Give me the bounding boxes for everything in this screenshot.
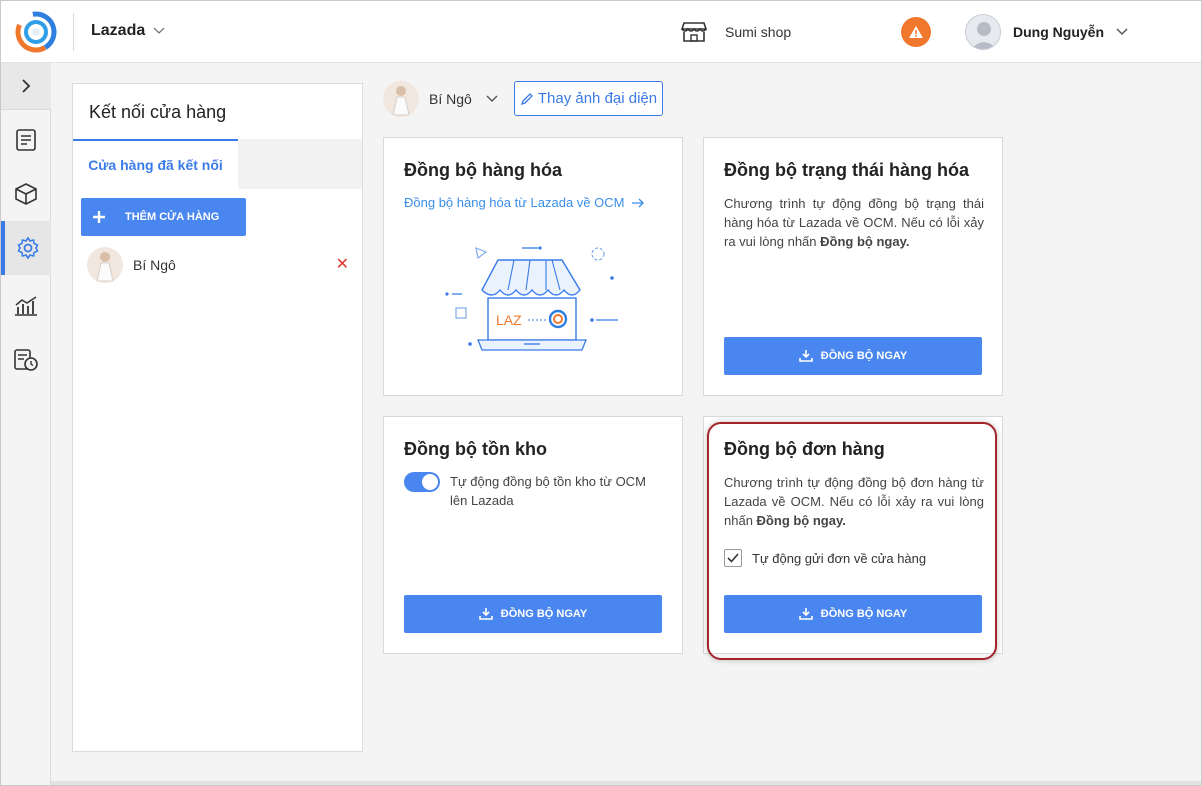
account-avatar (383, 81, 419, 117)
platform-label: Lazada (91, 22, 146, 39)
pencil-icon (520, 92, 533, 105)
left-nav (1, 63, 51, 785)
change-avatar-label: Thay ảnh đại diện (537, 90, 658, 107)
user-avatar (965, 14, 1001, 50)
nav-expand-button[interactable] (1, 63, 51, 110)
bottom-scrollbar (51, 781, 1201, 785)
chevron-down-icon (153, 27, 165, 34)
store-connection-panel: Kết nối cửa hàng Cửa hàng đã kết nối THÊ… (72, 83, 363, 752)
store-avatar (87, 247, 123, 283)
app-logo-icon[interactable] (15, 11, 57, 53)
shop-name: Sumi shop (725, 24, 792, 40)
description-bold: Đồng bộ ngay. (756, 513, 846, 528)
top-bar: Lazada Sumi shop Dung Nguyễn (1, 1, 1201, 63)
card-title: Đồng bộ tồn kho (404, 439, 547, 459)
nav-settings[interactable] (1, 221, 51, 275)
sync-now-button[interactable]: ĐỒNG BỘ NGAY (724, 595, 982, 633)
card-title: Đồng bộ hàng hóa (404, 160, 562, 180)
change-avatar-button[interactable]: Thay ảnh đại diện (514, 81, 663, 116)
sync-now-label: ĐỒNG BỘ NGAY (500, 608, 588, 620)
description-bold: Đồng bộ ngay. (820, 234, 910, 249)
card-sync-orders: Đồng bộ đơn hàng Chương trình tự động đồ… (703, 416, 1003, 654)
card-sync-products: Đồng bộ hàng hóa Đồng bộ hàng hóa từ Laz… (383, 137, 683, 396)
download-icon (798, 350, 813, 362)
arrow-right-icon (632, 198, 645, 207)
nav-history[interactable] (1, 333, 51, 387)
add-store-label: THÊM CỬA HÀNG (125, 211, 220, 223)
store-icon (681, 22, 707, 42)
card-sync-product-status: Đồng bộ trạng thái hàng hóa Chương trình… (703, 137, 1003, 396)
sync-products-link[interactable]: Đồng bộ hàng hóa từ Lazada về OCM (404, 195, 645, 210)
nav-reports[interactable] (1, 279, 51, 333)
nav-orders[interactable] (1, 113, 51, 167)
tab-bar: Cửa hàng đã kết nối (73, 139, 362, 189)
warning-icon[interactable] (901, 17, 931, 47)
checkbox-label: Tự động gửi đơn về cửa hàng (752, 551, 927, 566)
sync-now-label: ĐỒNG BỘ NGAY (820, 350, 908, 362)
add-store-button[interactable]: THÊM CỬA HÀNG (81, 198, 246, 236)
card-title: Đồng bộ đơn hàng (724, 439, 885, 459)
card-sync-inventory: Đồng bộ tồn kho Tự động đồng bộ tồn kho … (383, 416, 683, 654)
store-list-item[interactable]: Bí Ngô ✕ (87, 246, 349, 284)
download-icon (478, 608, 493, 620)
auto-sync-inventory-toggle[interactable] (404, 472, 440, 492)
shop-selector[interactable]: Sumi shop (681, 21, 791, 43)
remove-store-icon[interactable]: ✕ (336, 254, 349, 274)
account-name: Bí Ngô (429, 91, 472, 107)
sync-now-button[interactable]: ĐỒNG BỘ NGAY (404, 595, 662, 633)
history-icon (14, 349, 38, 371)
header-divider (73, 13, 74, 51)
gear-icon (17, 236, 39, 260)
user-name: Dung Nguyễn (1013, 24, 1104, 40)
user-menu[interactable]: Dung Nguyễn (965, 14, 1128, 50)
chevron-down-icon (486, 95, 498, 102)
sync-products-link-label: Đồng bộ hàng hóa từ Lazada về OCM (404, 195, 625, 210)
card-title: Đồng bộ trạng thái hàng hóa (724, 160, 969, 180)
store-illustration-icon: LAZ (445, 246, 618, 351)
auto-send-orders-checkbox[interactable] (724, 549, 742, 567)
panel-title: Kết nối cửa hàng (89, 102, 227, 122)
tab-connected-stores[interactable]: Cửa hàng đã kết nối (73, 139, 238, 189)
illustration-laz-text: LAZ (496, 312, 522, 328)
store-name: Bí Ngô (133, 257, 176, 273)
chart-icon (15, 296, 37, 316)
nav-products[interactable] (1, 167, 51, 221)
card-description: Chương trình tự động đồng bộ trạng thái … (724, 194, 984, 251)
chevron-down-icon (1116, 28, 1128, 36)
card-description: Chương trình tự động đồng bộ đơn hàng từ… (724, 473, 984, 530)
document-icon (16, 129, 36, 151)
chevron-right-icon (22, 79, 31, 93)
download-icon (798, 608, 813, 620)
platform-selector[interactable]: Lazada (91, 22, 165, 40)
sync-now-button[interactable]: ĐỒNG BỘ NGAY (724, 337, 982, 375)
account-selector[interactable]: Bí Ngô (383, 81, 498, 117)
plus-icon (93, 211, 105, 223)
box-icon (15, 183, 37, 205)
check-icon (727, 553, 739, 563)
sync-now-label: ĐỒNG BỘ NGAY (820, 608, 908, 620)
toggle-label: Tự động đồng bộ tồn kho từ OCM lên Lazad… (450, 474, 646, 508)
app-window: Lazada Sumi shop Dung Nguyễn Kết nối cửa… (0, 0, 1202, 786)
